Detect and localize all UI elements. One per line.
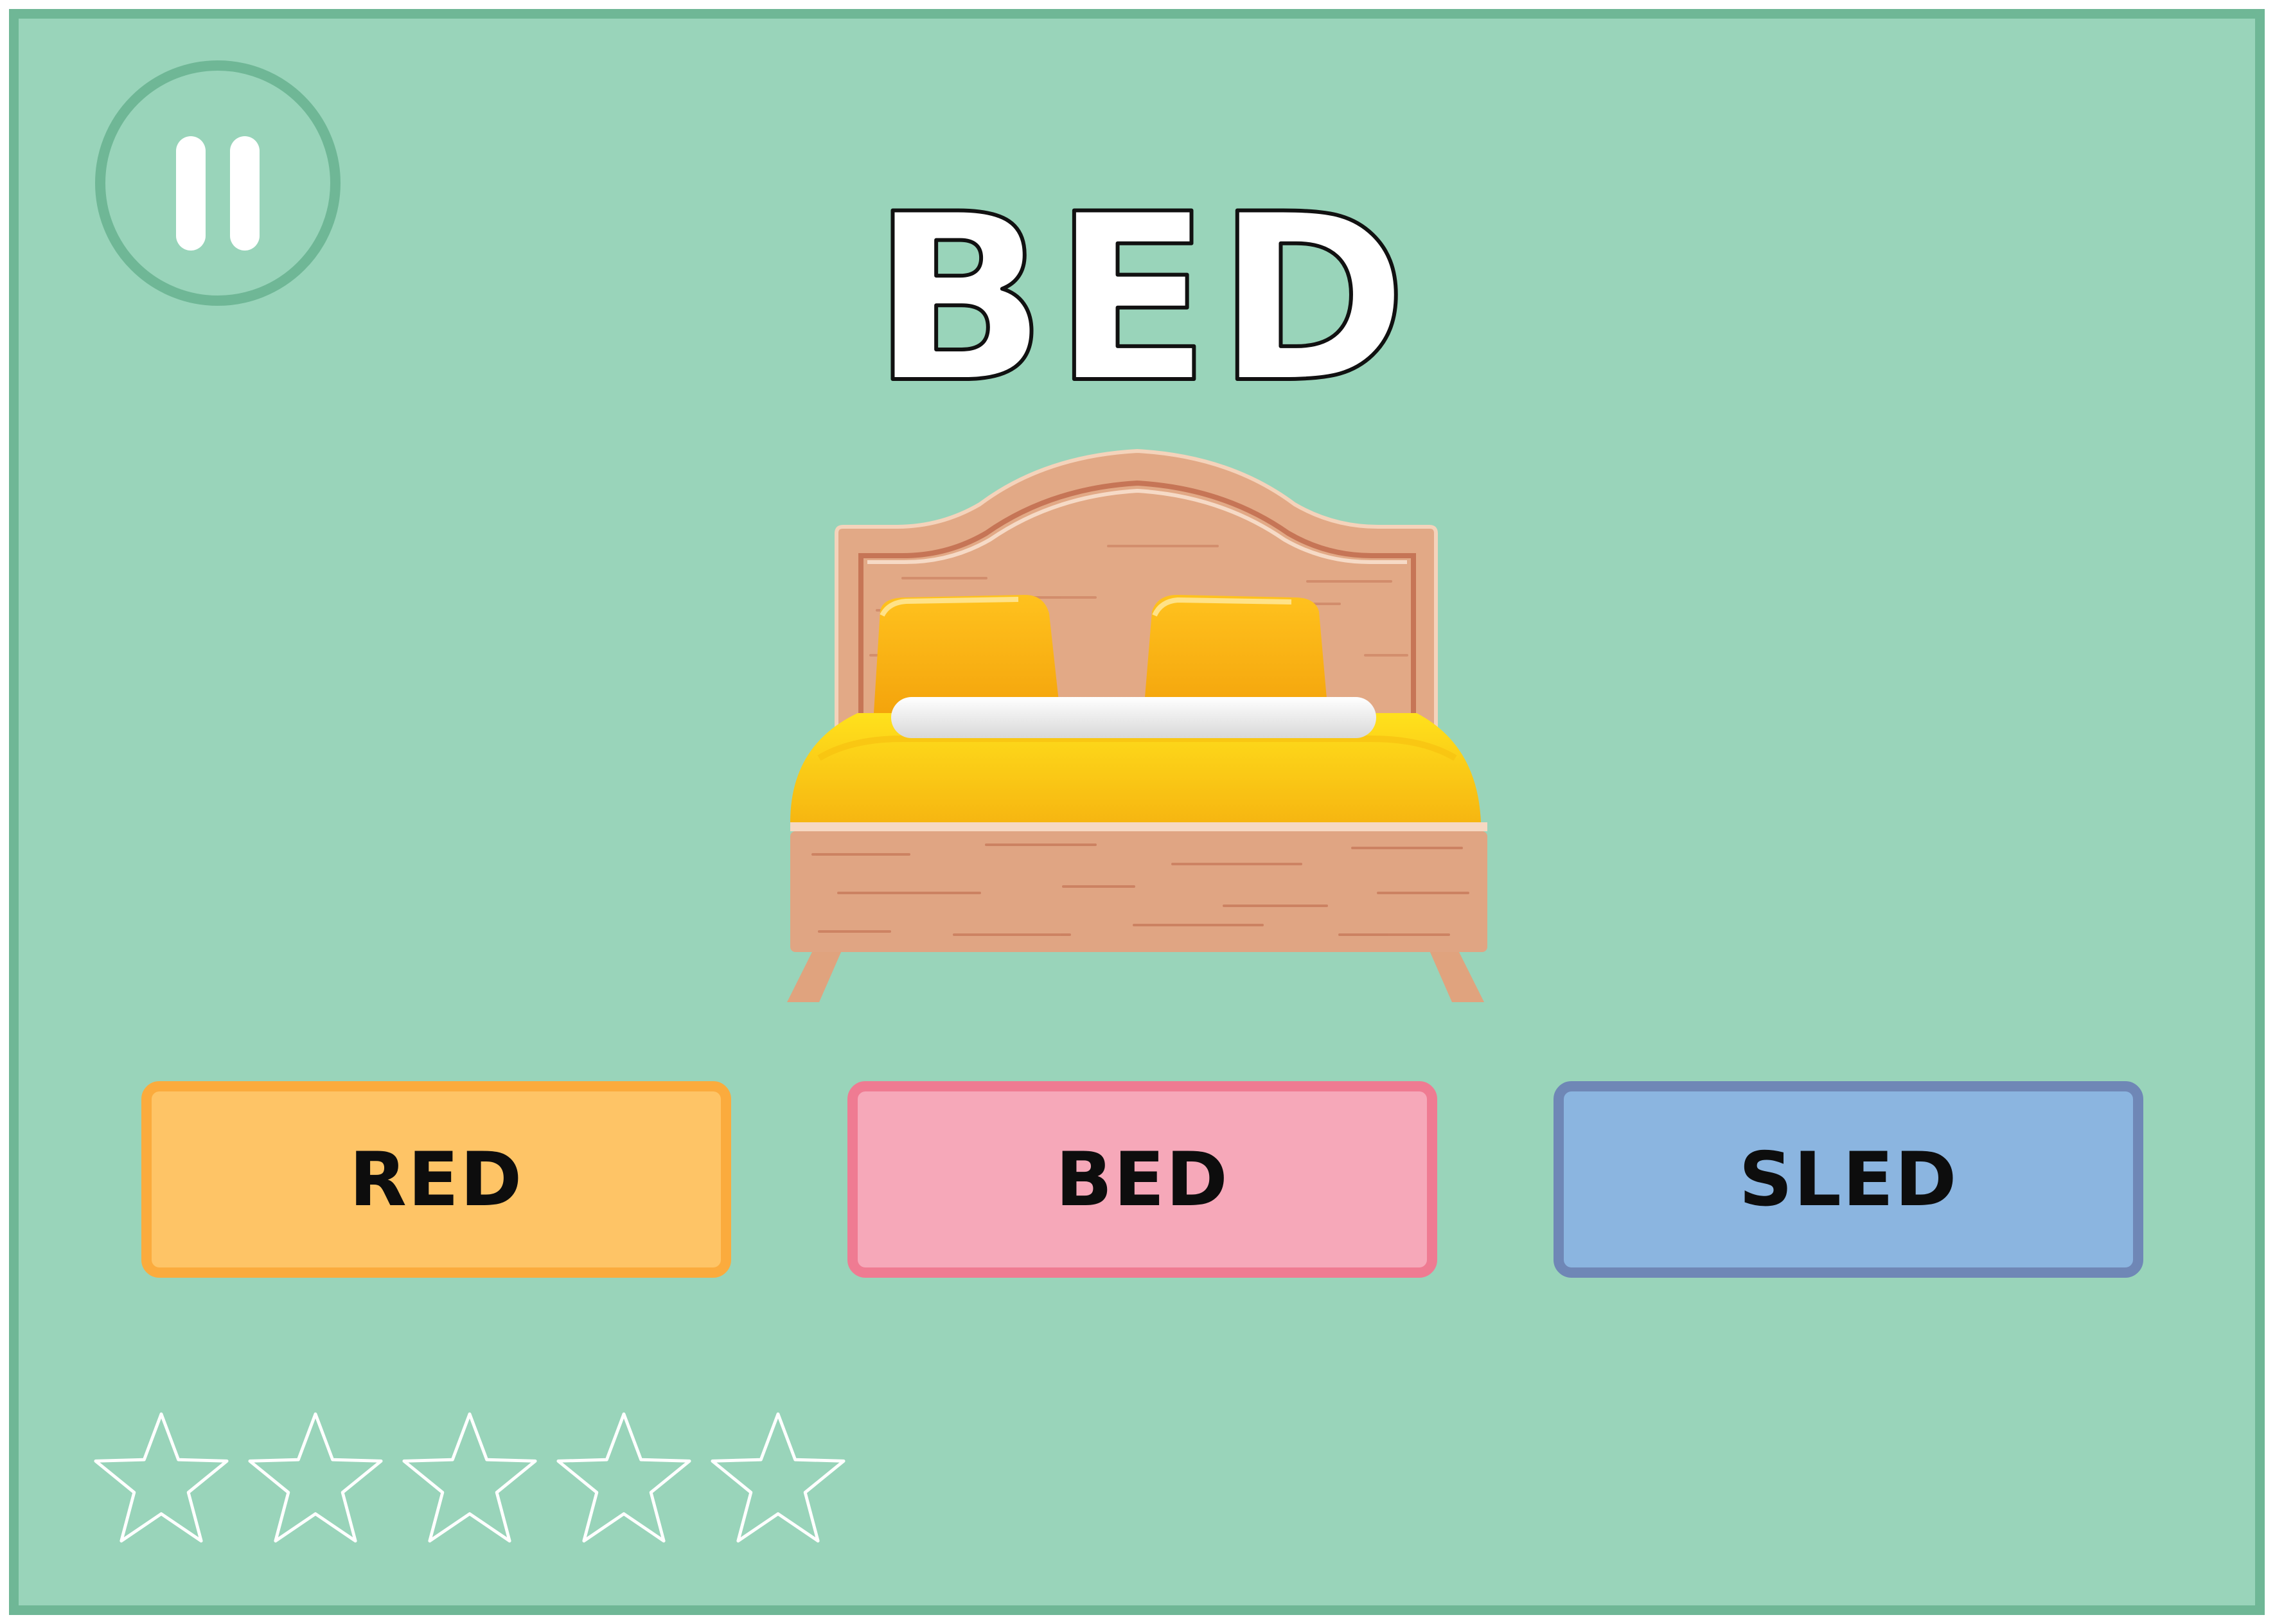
choice-button-sled[interactable]: SLED	[1554, 1081, 2143, 1278]
target-word: BED	[871, 164, 1413, 434]
star-icon	[711, 1412, 845, 1543]
star-icon	[402, 1412, 537, 1543]
bed-icon	[787, 448, 1487, 1002]
star-rating	[90, 1407, 849, 1549]
target-word-container: BED	[0, 132, 2284, 436]
choice-button-bed[interactable]: BED	[847, 1081, 1437, 1278]
star-icon	[248, 1412, 383, 1543]
choice-button-red[interactable]: RED	[141, 1081, 731, 1278]
choice-label: RED	[349, 1136, 524, 1223]
choice-label: SLED	[1739, 1136, 1958, 1223]
target-word-svg: BED	[869, 163, 1410, 436]
star-icon	[94, 1412, 229, 1543]
choice-label: BED	[1056, 1136, 1229, 1223]
star-icon	[556, 1412, 691, 1543]
